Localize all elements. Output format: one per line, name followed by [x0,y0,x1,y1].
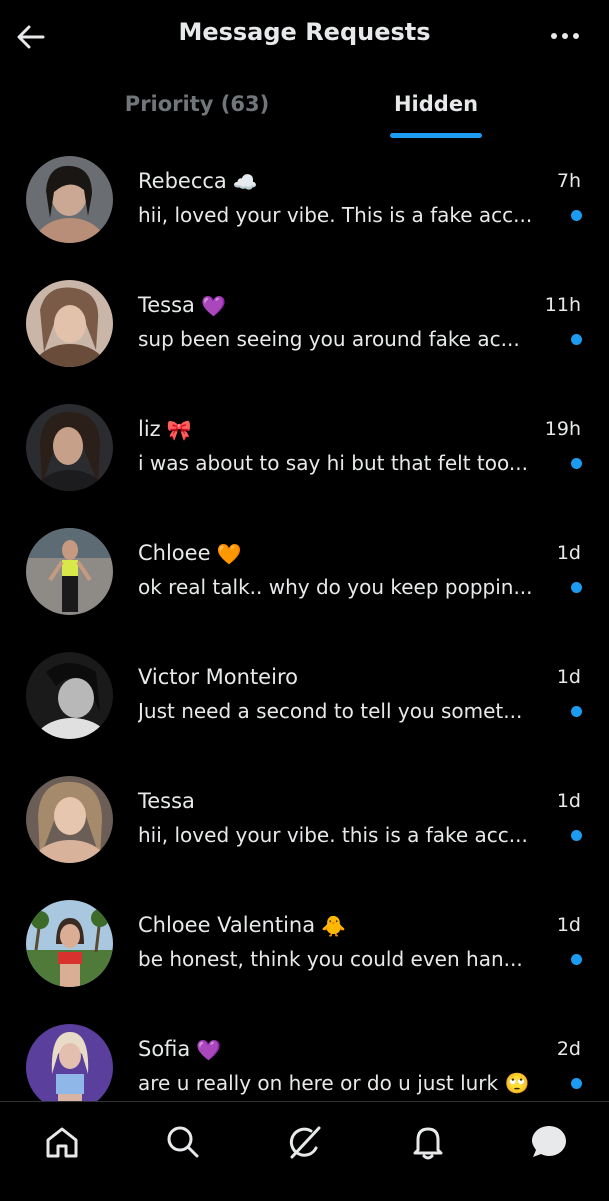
message-preview: be honest, think you could even han... [138,947,523,971]
sender-name: Victor Monteiro [138,665,298,689]
nav-search-button[interactable] [163,1122,203,1162]
avatar[interactable] [26,652,113,739]
message-preview: ok real talk.. why do you keep poppin... [138,575,533,599]
nav-messages-button[interactable] [529,1122,569,1162]
unread-dot [571,830,582,841]
message-request-list: Rebecca ☁️ 7h hii, loved your vibe. This … [0,138,609,1101]
orange-heart-emoji: 🧡 [216,542,242,566]
nav-home-button[interactable] [42,1122,82,1162]
unread-dot [571,706,582,717]
timestamp: 1d [556,914,581,936]
tab-hidden[interactable]: Hidden [326,92,546,116]
message-preview: hii, loved your vibe. this is a fake acc… [138,823,528,847]
tab-priority[interactable]: Priority (63) [87,92,307,116]
home-icon [46,1127,78,1158]
sender-name: Chloee Valentina 🐥 [138,913,346,938]
unread-dot [571,954,582,965]
avatar[interactable] [26,156,113,243]
timestamp: 7h [556,170,581,192]
sender-name: Chloee 🧡 [138,541,242,566]
avatar[interactable] [26,280,113,367]
list-item[interactable]: Tessa 1d hii, loved your vibe. this is a… [0,758,609,882]
unread-dot [571,582,582,593]
unread-dot [571,210,582,221]
bottom-navigation [0,1101,609,1201]
avatar[interactable] [26,404,113,491]
message-preview: i was about to say hi but that felt too.… [138,451,528,475]
timestamp: 2d [556,1038,581,1060]
unread-dot [571,458,582,469]
message-preview: sup been seeing you around fake ac... [138,327,520,351]
nav-grok-button[interactable] [285,1122,325,1162]
purple-heart-emoji: 💜 [196,1038,222,1062]
top-bar: Message Requests [0,0,609,72]
avatar[interactable] [26,528,113,615]
list-item[interactable]: Tessa 💜 11h sup been seeing you around fa… [0,262,609,386]
more-horizontal-icon [551,33,579,39]
ribbon-emoji: 🎀 [166,418,192,442]
more-options-button[interactable] [549,26,583,46]
sender-name: Sofia 💜 [138,1037,222,1062]
notifications-bell-icon [413,1127,443,1160]
list-item[interactable]: Chloee 🧡 1d ok real talk.. why do you kee… [0,510,609,634]
avatar[interactable] [26,776,113,863]
message-preview: hii, loved your vibe. This is a fake acc… [138,203,533,227]
cloud-emoji: ☁️ [232,170,258,194]
chick-emoji: 🐥 [321,914,346,938]
sender-name: Tessa 💜 [138,293,226,318]
list-item[interactable]: Sofia 💜 2d are u really on here or do u j… [0,1006,609,1101]
tab-bar: Priority (63) Hidden [0,82,609,142]
sender-name: Tessa [138,789,195,813]
unread-dot [571,1078,582,1089]
timestamp: 19h [544,418,581,440]
message-preview: Just need a second to tell you somet... [138,699,523,723]
list-item[interactable]: Rebecca ☁️ 7h hii, loved your vibe. This … [0,138,609,262]
list-item[interactable]: Chloee Valentina 🐥 1d be honest, think yo… [0,882,609,1006]
avatar[interactable] [26,900,113,987]
avatar[interactable] [26,1024,113,1101]
unread-dot [571,334,582,345]
list-item[interactable]: Victor Monteiro 1d Just need a second to… [0,634,609,758]
page-title: Message Requests [178,18,431,46]
nav-notifications-button[interactable] [408,1122,448,1162]
list-item[interactable]: liz 🎀 19h i was about to say hi but that … [0,386,609,510]
sender-name: liz 🎀 [138,417,192,442]
sender-name: Rebecca ☁️ [138,169,258,194]
timestamp: 1d [556,542,581,564]
timestamp: 1d [556,790,581,812]
purple-heart-emoji: 💜 [200,294,226,318]
message-preview: are u really on here or do u just lurk 🙄 [138,1071,530,1095]
search-icon [167,1126,199,1158]
grok-icon [289,1126,321,1159]
messages-icon [532,1126,566,1157]
timestamp: 11h [544,294,581,316]
timestamp: 1d [556,666,581,688]
